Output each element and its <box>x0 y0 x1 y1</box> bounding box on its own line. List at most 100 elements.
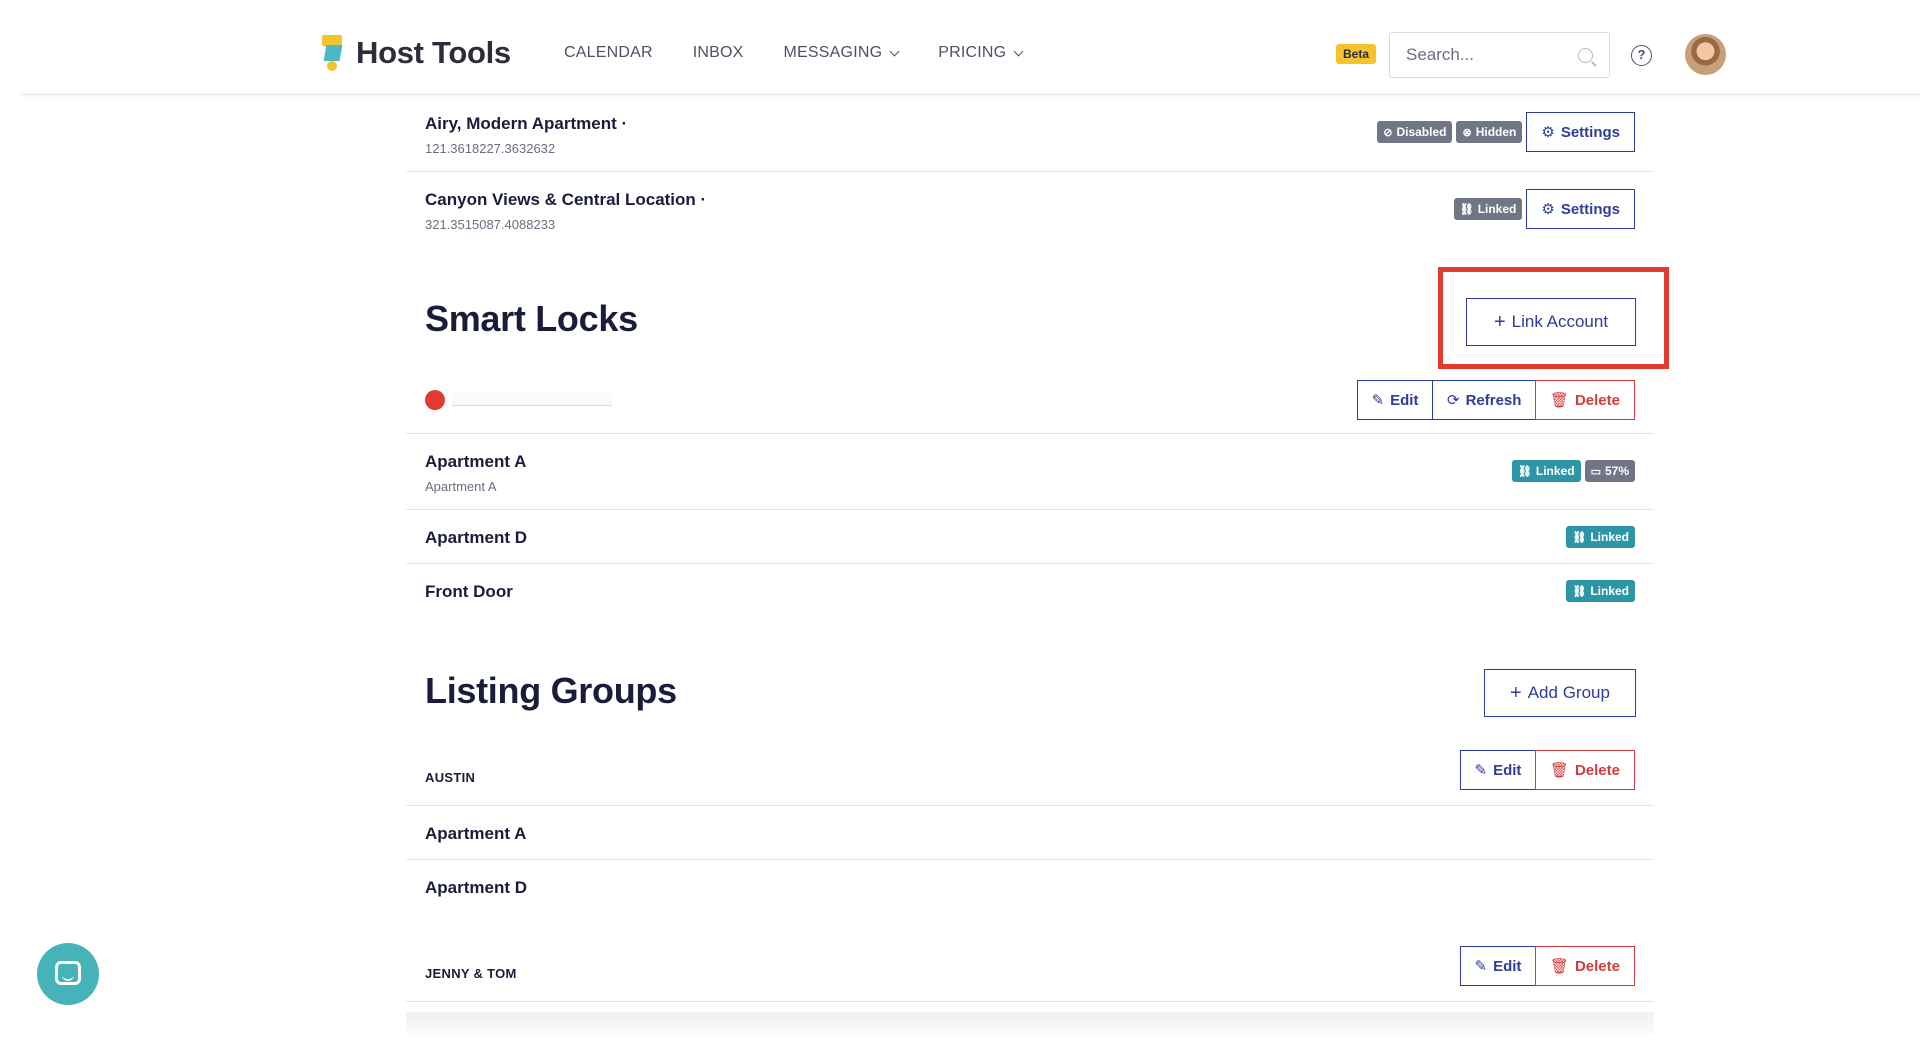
linked-badge: ⛓ Linked <box>1566 580 1635 602</box>
edit-label: Edit <box>1493 761 1522 779</box>
pencil-icon: ✎ <box>1371 392 1385 409</box>
group-item-title: Apartment A <box>425 824 527 843</box>
settings-button[interactable]: ⚙ Settings <box>1526 189 1635 229</box>
group-item-row: Apartment A <box>406 806 1654 860</box>
listing-title: Airy, Modern Apartment · <box>425 114 628 133</box>
settings-button-label: Settings <box>1560 200 1620 218</box>
lock-title: Apartment A <box>425 452 527 471</box>
pencil-icon: ✎ <box>1474 762 1488 779</box>
edit-label: Edit <box>1493 957 1522 975</box>
linked-badge: ⛓ Linked <box>1511 460 1581 482</box>
battery-label: 57% <box>1604 464 1629 478</box>
linked-badge-label: Linked <box>1535 464 1575 478</box>
group-button-group: ✎ Edit 🗑 Delete <box>1459 750 1635 790</box>
refresh-label: Refresh <box>1465 391 1522 409</box>
chat-launcher-button[interactable] <box>37 943 99 1005</box>
disabled-badge-label: Disabled <box>1396 125 1447 139</box>
redacted-account-name <box>452 392 612 406</box>
lock-title: Apartment D <box>425 528 528 547</box>
listing-title: Canyon Views & Central Location · <box>425 190 707 209</box>
chat-icon <box>55 961 81 985</box>
highlight-annotation-box <box>1438 267 1669 369</box>
eye-off-icon: ⊗ <box>1462 126 1472 139</box>
group-name: JENNY & TOM <box>425 966 517 981</box>
lock-sub: Apartment A <box>425 479 497 494</box>
nav-messaging-label: MESSAGING <box>783 44 883 61</box>
lock-row: Apartment A Apartment A ⛓ Linked ▭ 57% <box>406 434 1654 510</box>
trash-icon: 🗑 <box>1549 762 1569 779</box>
hidden-badge: ⊗ Hidden <box>1456 121 1523 143</box>
trash-icon: 🗑 <box>1549 392 1569 409</box>
delete-label: Delete <box>1574 957 1620 975</box>
edit-button[interactable]: ✎ Edit <box>1459 946 1537 986</box>
nav-inbox-label: INBOX <box>692 44 744 61</box>
host-tools-logo[interactable]: Host Tools <box>320 33 511 73</box>
settings-button-label: Settings <box>1560 123 1620 141</box>
linked-badge-label: Linked <box>1590 584 1629 598</box>
link-icon: ⛓ <box>1517 465 1532 478</box>
lock-account-actions: ✎ Edit ⟳ Refresh 🗑 Delete <box>1356 380 1635 420</box>
delete-label: Delete <box>1574 761 1620 779</box>
nav-calendar-label: CALENDAR <box>564 44 653 61</box>
chevron-down-icon <box>889 46 900 56</box>
edit-label: Edit <box>1390 391 1419 409</box>
group-item-title: Apartment D <box>425 878 528 897</box>
nav-inbox[interactable]: INBOX <box>693 44 744 62</box>
group-actions: ✎ Edit 🗑 Delete <box>1459 946 1635 986</box>
listing-groups-title: Listing Groups <box>425 670 677 711</box>
logo-text: Host Tools <box>356 35 511 70</box>
delete-button[interactable]: 🗑 Delete <box>1534 380 1635 420</box>
listing-row: Canyon Views & Central Location · 321.35… <box>406 172 1654 248</box>
link-icon: ⛓ <box>1459 203 1474 216</box>
lock-provider-logo <box>425 390 445 410</box>
group-name: AUSTIN <box>425 770 476 785</box>
nav-pricing[interactable]: PRICING <box>938 44 1024 62</box>
smart-locks-title: Smart Locks <box>425 298 638 339</box>
lock-title: Front Door <box>425 582 513 601</box>
lock-status: ⛓ Linked <box>1562 580 1635 602</box>
search-input[interactable] <box>1390 33 1609 77</box>
listing-actions: ⊘ Disabled ⊗ Hidden ⚙ Settings <box>1373 112 1635 152</box>
edit-button[interactable]: ✎ Edit <box>1356 380 1434 420</box>
link-icon: ⛓ <box>1572 531 1587 544</box>
delete-button[interactable]: 🗑 Delete <box>1534 750 1635 790</box>
gear-icon: ⚙ <box>1541 201 1555 218</box>
linked-badge: ⛓ Linked <box>1453 198 1523 220</box>
group-actions: ✎ Edit 🗑 Delete <box>1459 750 1635 790</box>
settings-button[interactable]: ⚙ Settings <box>1526 112 1635 152</box>
lock-row: Front Door ⛓ Linked <box>406 564 1654 618</box>
edit-button[interactable]: ✎ Edit <box>1459 750 1537 790</box>
user-avatar[interactable] <box>1685 34 1726 75</box>
linked-badge-label: Linked <box>1590 530 1629 544</box>
refresh-button[interactable]: ⟳ Refresh <box>1431 380 1537 420</box>
group-header-row: AUSTIN ✎ Edit 🗑 Delete <box>406 746 1654 806</box>
delete-button[interactable]: 🗑 Delete <box>1534 946 1635 986</box>
listing-actions: ⛓ Linked ⚙ Settings <box>1450 189 1635 229</box>
main-nav: CALENDAR INBOX MESSAGING PRICING <box>564 44 1062 62</box>
lock-account-button-group: ✎ Edit ⟳ Refresh 🗑 Delete <box>1356 380 1635 420</box>
search-icon[interactable] <box>1578 48 1593 63</box>
help-icon[interactable]: ? <box>1631 45 1652 66</box>
delete-label: Delete <box>1574 391 1620 409</box>
pencil-icon: ✎ <box>1474 958 1488 975</box>
add-group-button[interactable]: + Add Group <box>1484 669 1636 717</box>
group-header-row: JENNY & TOM ✎ Edit 🗑 Delete <box>406 942 1654 1002</box>
listing-id: 321.3515087.4088233 <box>425 217 556 232</box>
battery-icon: ▭ <box>1590 465 1601 478</box>
group-button-group: ✎ Edit 🗑 Delete <box>1459 946 1635 986</box>
nav-pricing-label: PRICING <box>938 44 1007 61</box>
lock-status: ⛓ Linked ▭ 57% <box>1508 460 1635 482</box>
trash-icon: 🗑 <box>1549 958 1569 975</box>
lock-status: ⛓ Linked <box>1562 526 1635 548</box>
link-icon: ⛓ <box>1572 585 1587 598</box>
linked-badge: ⛓ Linked <box>1566 526 1635 548</box>
listing-id: 121.3618227.3632632 <box>425 141 556 156</box>
group-item-row: Apartment D <box>406 860 1654 914</box>
listing-row: Airy, Modern Apartment · 121.3618227.363… <box>406 96 1654 172</box>
host-tools-logo-icon <box>320 33 344 73</box>
nav-calendar[interactable]: CALENDAR <box>564 44 653 62</box>
hidden-badge-label: Hidden <box>1475 125 1517 139</box>
lock-account-row: ✎ Edit ⟳ Refresh 🗑 Delete <box>406 374 1654 434</box>
battery-badge: ▭ 57% <box>1584 460 1635 482</box>
nav-messaging[interactable]: MESSAGING <box>783 44 900 62</box>
